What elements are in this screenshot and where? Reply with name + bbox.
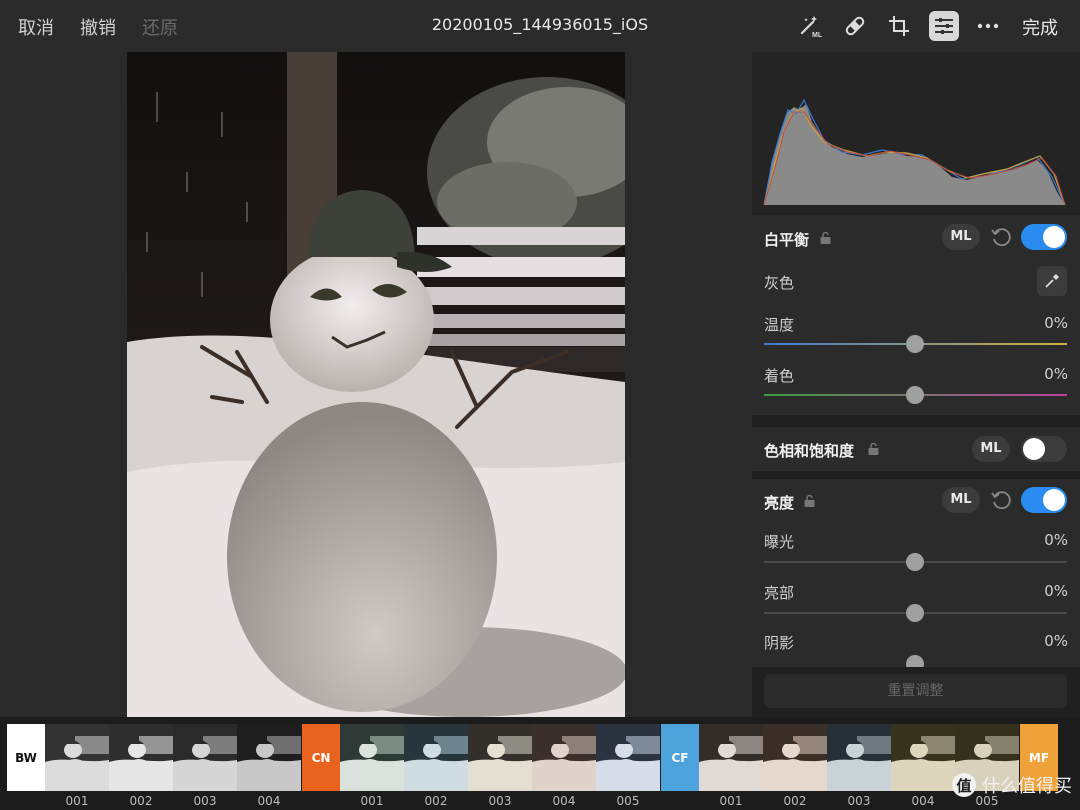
tint-value: 0% bbox=[1044, 365, 1068, 383]
crop-icon[interactable] bbox=[884, 11, 914, 41]
filter-preset-label: 003 bbox=[488, 794, 512, 808]
temperature-slider-thumb[interactable] bbox=[906, 335, 924, 353]
ml-auto-enhance-icon[interactable]: ML bbox=[796, 11, 826, 41]
brightness-section: 亮度 ML 曝光 0% 亮部 0% 阴影 0% bbox=[752, 479, 1080, 667]
done-button[interactable]: 完成 bbox=[1022, 14, 1058, 40]
redo-button[interactable]: 还原 bbox=[142, 14, 178, 40]
filter-preset-bw-004[interactable] bbox=[237, 724, 301, 791]
reset-adjustments-button[interactable]: 重置调整 bbox=[764, 674, 1067, 708]
file-title: 20200105_144936015_iOS bbox=[431, 15, 649, 34]
filter-group-tag-bw[interactable]: BW bbox=[7, 724, 45, 791]
white-balance-toggle[interactable] bbox=[1021, 224, 1067, 250]
filter-preset-cn-001[interactable] bbox=[340, 724, 404, 791]
filter-preset-label: 003 bbox=[847, 794, 871, 808]
temperature-label: 温度 bbox=[764, 316, 795, 334]
filter-preset-cn-005[interactable] bbox=[596, 724, 660, 791]
svg-text:ML: ML bbox=[812, 32, 823, 39]
filter-preset-label: 002 bbox=[129, 794, 153, 808]
unlock-icon[interactable] bbox=[868, 443, 879, 455]
hue-saturation-title: 色相和饱和度 bbox=[764, 442, 855, 460]
undo-button[interactable]: 撤销 bbox=[80, 14, 116, 40]
filter-preset-bw-002[interactable] bbox=[109, 724, 173, 791]
watermark-badge: 值 bbox=[952, 773, 976, 797]
hue-saturation-section: 色相和饱和度 ML bbox=[752, 427, 1080, 471]
filter-preset-label: 001 bbox=[65, 794, 89, 808]
white-balance-ml-button[interactable]: ML bbox=[942, 224, 980, 250]
cancel-button[interactable]: 取消 bbox=[18, 14, 54, 40]
filter-filmstrip: BW 001 002 003 004 CN 001 002 003 004 005 CF 001 002 0… bbox=[0, 717, 1080, 810]
filter-preset-label: 005 bbox=[616, 794, 640, 808]
filter-preset-cf-003[interactable] bbox=[827, 724, 891, 791]
adjust-sliders-icon[interactable] bbox=[929, 11, 959, 41]
hue-saturation-ml-button[interactable]: ML bbox=[972, 436, 1010, 462]
white-balance-section: 白平衡 ML 灰色 温度 0% 着色 0% bbox=[752, 215, 1080, 415]
healing-bandage-icon[interactable] bbox=[840, 11, 870, 41]
unlock-icon[interactable] bbox=[820, 232, 831, 244]
exposure-slider-thumb[interactable] bbox=[906, 553, 924, 571]
hue-saturation-toggle[interactable] bbox=[1021, 436, 1067, 462]
filter-preset-label: 004 bbox=[911, 794, 935, 808]
filter-preset-cn-002[interactable] bbox=[404, 724, 468, 791]
filter-preset-bw-001[interactable] bbox=[45, 724, 109, 791]
filter-preset-cn-004[interactable] bbox=[532, 724, 596, 791]
adjustment-panel: 白平衡 ML 灰色 温度 0% 着色 0% 色相和饱和度 ML 亮度 ML 曝光… bbox=[752, 52, 1080, 717]
tint-label: 着色 bbox=[764, 367, 795, 385]
eyedropper-icon[interactable] bbox=[1037, 266, 1067, 296]
filter-preset-label: 004 bbox=[257, 794, 281, 808]
filter-preset-cf-002[interactable] bbox=[763, 724, 827, 791]
filter-preset-label: 001 bbox=[360, 794, 384, 808]
filter-preset-label: 002 bbox=[783, 794, 807, 808]
exposure-label: 曝光 bbox=[764, 533, 795, 551]
gray-label: 灰色 bbox=[764, 274, 795, 292]
watermark: 值 什么值得买 bbox=[952, 772, 1072, 798]
highlights-slider-thumb[interactable] bbox=[906, 604, 924, 622]
filter-preset-label: 004 bbox=[552, 794, 576, 808]
exposure-value: 0% bbox=[1044, 531, 1068, 549]
highlights-value: 0% bbox=[1044, 582, 1068, 600]
filter-preset-cn-003[interactable] bbox=[468, 724, 532, 791]
white-balance-title: 白平衡 bbox=[764, 231, 810, 249]
temperature-value: 0% bbox=[1044, 314, 1068, 332]
brightness-title: 亮度 bbox=[764, 494, 795, 512]
histogram bbox=[752, 52, 1080, 212]
brightness-ml-button[interactable]: ML bbox=[942, 487, 980, 513]
brightness-toggle[interactable] bbox=[1021, 487, 1067, 513]
filter-group-tag-cf[interactable]: CF bbox=[661, 724, 699, 791]
filter-preset-label: 001 bbox=[719, 794, 743, 808]
photo-canvas bbox=[0, 52, 752, 717]
filter-preset-bw-003[interactable] bbox=[173, 724, 237, 791]
tint-slider-thumb[interactable] bbox=[906, 386, 924, 404]
filter-group-tag-cn[interactable]: CN bbox=[302, 724, 340, 791]
unlock-icon[interactable] bbox=[804, 495, 815, 507]
shadows-slider-thumb[interactable] bbox=[906, 655, 924, 667]
more-icon[interactable] bbox=[973, 11, 1003, 41]
top-toolbar: 取消 撤销 还原 20200105_144936015_iOS ML 完成 bbox=[0, 0, 1080, 52]
filter-preset-cf-001[interactable] bbox=[699, 724, 763, 791]
reset-icon[interactable] bbox=[990, 489, 1012, 511]
shadows-label: 阴影 bbox=[764, 634, 795, 652]
filter-preset-label: 002 bbox=[424, 794, 448, 808]
reset-icon[interactable] bbox=[990, 226, 1012, 248]
photo-preview[interactable] bbox=[127, 52, 625, 717]
filter-preset-label: 003 bbox=[193, 794, 217, 808]
watermark-text: 什么值得买 bbox=[982, 776, 1072, 797]
shadows-value: 0% bbox=[1044, 632, 1068, 650]
filter-preset-cf-004[interactable] bbox=[891, 724, 955, 791]
highlights-label: 亮部 bbox=[764, 584, 795, 602]
